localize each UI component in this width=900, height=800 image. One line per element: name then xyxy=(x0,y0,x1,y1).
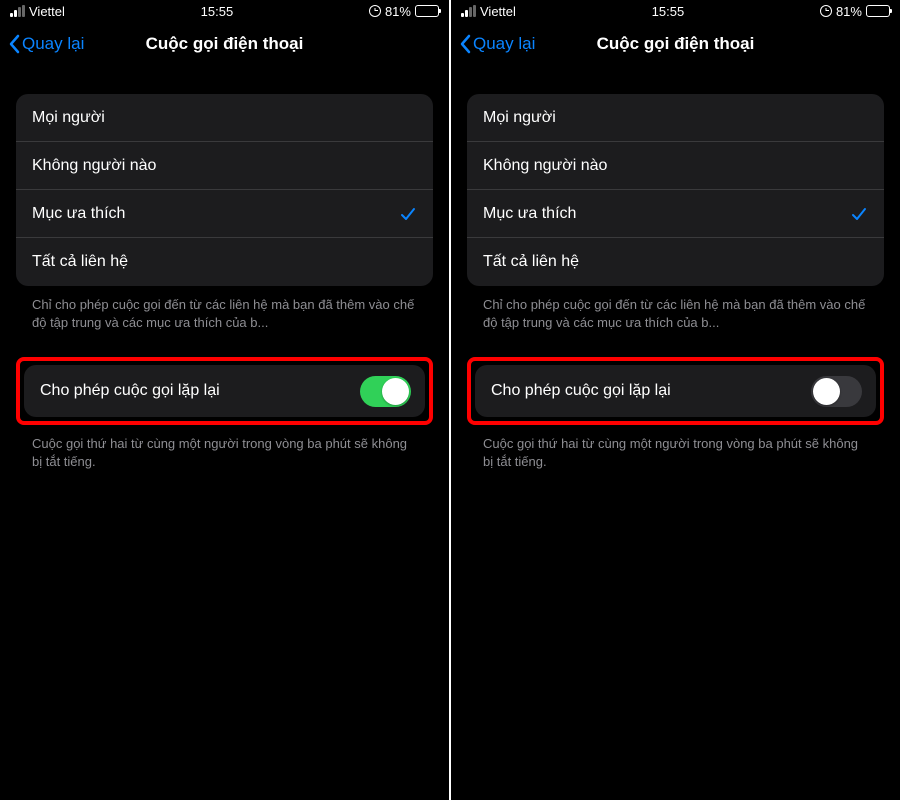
option-label: Mục ưa thích xyxy=(32,205,125,223)
repeat-calls-label: Cho phép cuộc gọi lặp lại xyxy=(491,382,671,400)
page-title: Cuộc gọi điện thoại xyxy=(597,34,755,54)
repeat-calls-toggle[interactable] xyxy=(811,376,862,407)
signal-icon xyxy=(10,5,25,17)
battery-percent-label: 81% xyxy=(385,4,411,19)
option-all-contacts[interactable]: Tất cả liên hệ xyxy=(16,238,433,286)
option-label: Mọi người xyxy=(32,109,105,127)
status-bar: Viettel 15:55 81% xyxy=(0,0,449,22)
option-label: Không người nào xyxy=(483,157,607,175)
option-label: Tất cả liên hệ xyxy=(32,253,128,271)
back-label: Quay lại xyxy=(473,34,535,54)
repeat-calls-row[interactable]: Cho phép cuộc gọi lặp lại xyxy=(475,365,876,417)
allow-from-list: Mọi người Không người nào Mục ưa thích T… xyxy=(467,94,884,286)
back-button[interactable]: Quay lại xyxy=(8,34,84,54)
signal-icon xyxy=(461,5,476,17)
battery-icon xyxy=(415,5,439,17)
alarm-icon xyxy=(820,5,832,17)
nav-bar: Quay lại Cuộc gọi điện thoại xyxy=(451,22,900,66)
option-no-one[interactable]: Không người nào xyxy=(16,142,433,190)
option-label: Mọi người xyxy=(483,109,556,127)
highlight-annotation: Cho phép cuộc gọi lặp lại xyxy=(467,357,884,425)
repeat-calls-row[interactable]: Cho phép cuộc gọi lặp lại xyxy=(24,365,425,417)
battery-percent-label: 81% xyxy=(836,4,862,19)
status-bar: Viettel 15:55 81% xyxy=(451,0,900,22)
option-favorites[interactable]: Mục ưa thích xyxy=(16,190,433,238)
allow-from-footer: Chỉ cho phép cuộc gọi đến từ các liên hệ… xyxy=(467,286,884,331)
checkmark-icon xyxy=(399,205,417,223)
clock-label: 15:55 xyxy=(201,4,234,19)
nav-bar: Quay lại Cuộc gọi điện thoại xyxy=(0,22,449,66)
back-button[interactable]: Quay lại xyxy=(459,34,535,54)
battery-icon xyxy=(866,5,890,17)
carrier-label: Viettel xyxy=(480,4,516,19)
page-title: Cuộc gọi điện thoại xyxy=(146,34,304,54)
chevron-left-icon xyxy=(8,34,20,54)
option-favorites[interactable]: Mục ưa thích xyxy=(467,190,884,238)
allow-from-list: Mọi người Không người nào Mục ưa thích T… xyxy=(16,94,433,286)
repeat-calls-toggle[interactable] xyxy=(360,376,411,407)
repeat-calls-footer: Cuộc gọi thứ hai từ cùng một người trong… xyxy=(16,425,433,470)
option-all-contacts[interactable]: Tất cả liên hệ xyxy=(467,238,884,286)
alarm-icon xyxy=(369,5,381,17)
back-label: Quay lại xyxy=(22,34,84,54)
option-label: Không người nào xyxy=(32,157,156,175)
repeat-calls-footer: Cuộc gọi thứ hai từ cùng một người trong… xyxy=(467,425,884,470)
checkmark-icon xyxy=(850,205,868,223)
phone-screen-right: Viettel 15:55 81% Quay lại Cuộc gọi điện… xyxy=(451,0,900,800)
option-label: Mục ưa thích xyxy=(483,205,576,223)
option-everyone[interactable]: Mọi người xyxy=(467,94,884,142)
repeat-calls-label: Cho phép cuộc gọi lặp lại xyxy=(40,382,220,400)
chevron-left-icon xyxy=(459,34,471,54)
option-label: Tất cả liên hệ xyxy=(483,253,579,271)
carrier-label: Viettel xyxy=(29,4,65,19)
highlight-annotation: Cho phép cuộc gọi lặp lại xyxy=(16,357,433,425)
allow-from-footer: Chỉ cho phép cuộc gọi đến từ các liên hệ… xyxy=(16,286,433,331)
option-no-one[interactable]: Không người nào xyxy=(467,142,884,190)
option-everyone[interactable]: Mọi người xyxy=(16,94,433,142)
clock-label: 15:55 xyxy=(652,4,685,19)
phone-screen-left: Viettel 15:55 81% Quay lại Cuộc gọi điện… xyxy=(0,0,449,800)
